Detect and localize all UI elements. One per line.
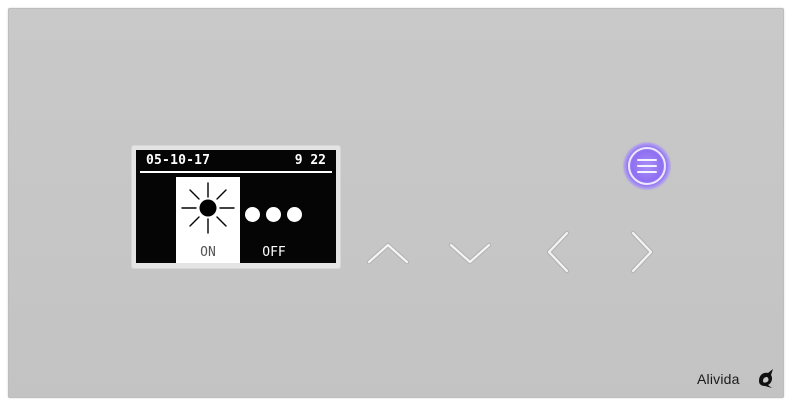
chevron-right-icon xyxy=(630,230,654,274)
sun-icon xyxy=(181,182,235,234)
menu-button[interactable] xyxy=(623,142,671,190)
chevron-up-icon xyxy=(366,242,410,265)
chevron-down-icon xyxy=(448,242,492,265)
brand-logo-icon xyxy=(759,369,773,388)
lcd-display: 05-10-17 9 22 ON OFF xyxy=(136,150,336,263)
option-on-label: ON xyxy=(200,245,216,260)
option-on[interactable]: ON xyxy=(176,177,240,263)
chevron-left-icon xyxy=(546,230,570,274)
time-readout: 9 22 xyxy=(294,153,326,168)
down-button[interactable] xyxy=(446,230,494,278)
brand-name: Alivida xyxy=(697,371,740,387)
three-dots-icon xyxy=(244,207,304,223)
left-button[interactable] xyxy=(536,228,584,276)
status-divider xyxy=(140,171,332,173)
status-bar: 05-10-17 9 22 xyxy=(136,150,336,172)
option-off[interactable]: OFF xyxy=(244,177,304,263)
lcd-display-frame: 05-10-17 9 22 ON OFF xyxy=(132,146,340,268)
control-panel: 05-10-17 9 22 ON OFF Alivida xyxy=(8,8,784,398)
option-off-label: OFF xyxy=(262,245,286,260)
right-button[interactable] xyxy=(616,228,664,276)
up-button[interactable] xyxy=(364,230,412,278)
date-readout: 05-10-17 xyxy=(146,153,211,168)
